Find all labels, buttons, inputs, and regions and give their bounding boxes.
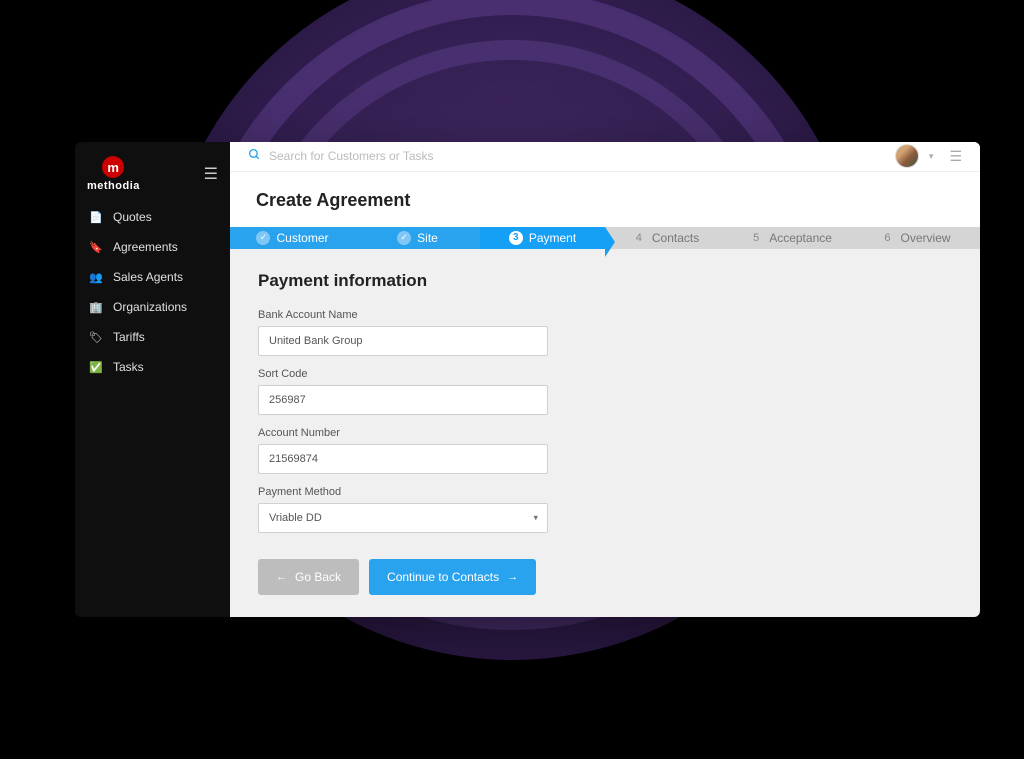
step-label: Contacts bbox=[652, 231, 699, 245]
page-header: Create Agreement bbox=[230, 172, 980, 227]
content-area: Payment information Bank Account Name So… bbox=[230, 249, 980, 617]
sidebar-item-organizations[interactable]: 🏢 Organizations bbox=[75, 292, 230, 322]
step-number: 4 bbox=[636, 232, 642, 244]
field-label: Bank Account Name bbox=[258, 309, 952, 321]
stepper: ✓ Customer ✓ Site 3 Payment 4 Contacts 5… bbox=[230, 227, 980, 249]
app-window: m methodia ☰ 📄 Quotes 🔖 Agreements 👥 Sal… bbox=[75, 142, 980, 617]
hamburger-icon[interactable]: ☰ bbox=[949, 148, 962, 165]
sidebar-item-quotes[interactable]: 📄 Quotes bbox=[75, 202, 230, 232]
sort-code-input[interactable] bbox=[258, 385, 548, 415]
field-label: Payment Method bbox=[258, 486, 952, 498]
step-number: 6 bbox=[884, 232, 890, 244]
step-payment[interactable]: 3 Payment bbox=[480, 227, 605, 249]
search-icon bbox=[248, 148, 261, 164]
step-contacts[interactable]: 4 Contacts bbox=[605, 227, 730, 249]
field-account-number: Account Number bbox=[258, 427, 952, 474]
sidebar-header: m methodia ☰ bbox=[75, 150, 230, 202]
button-label: Go Back bbox=[295, 570, 341, 584]
action-bar: ← Go Back Continue to Contacts → bbox=[258, 559, 952, 595]
avatar[interactable] bbox=[895, 144, 919, 168]
sidebar-item-label: Tariffs bbox=[113, 330, 145, 344]
field-sort-code: Sort Code bbox=[258, 368, 952, 415]
step-label: Acceptance bbox=[769, 231, 832, 245]
sidebar-item-label: Quotes bbox=[113, 210, 152, 224]
topbar-right: ▾ ☰ bbox=[895, 144, 962, 168]
bank-account-name-input[interactable] bbox=[258, 326, 548, 356]
sidebar-item-sales-agents[interactable]: 👥 Sales Agents bbox=[75, 262, 230, 292]
sidebar-item-tariffs[interactable]: 🏷 Tariffs bbox=[75, 322, 230, 352]
step-overview[interactable]: 6 Overview bbox=[855, 227, 980, 249]
payment-method-select[interactable]: Vriable DD bbox=[258, 503, 548, 533]
step-label: Overview bbox=[901, 231, 951, 245]
sidebar-item-label: Tasks bbox=[113, 360, 144, 374]
step-acceptance[interactable]: 5 Acceptance bbox=[730, 227, 855, 249]
topbar: ▾ ☰ bbox=[230, 142, 980, 172]
users-icon: 👥 bbox=[89, 271, 103, 284]
sidebar-item-label: Sales Agents bbox=[113, 270, 183, 284]
sidebar-item-agreements[interactable]: 🔖 Agreements bbox=[75, 232, 230, 262]
sidebar-item-tasks[interactable]: ✅ Tasks bbox=[75, 352, 230, 382]
step-customer[interactable]: ✓ Customer bbox=[230, 227, 355, 249]
step-number: 5 bbox=[753, 232, 759, 244]
check-icon: ✅ bbox=[89, 361, 103, 374]
button-label: Continue to Contacts bbox=[387, 570, 499, 584]
sidebar-item-label: Organizations bbox=[113, 300, 187, 314]
field-bank-account-name: Bank Account Name bbox=[258, 309, 952, 356]
search-input[interactable] bbox=[269, 149, 569, 163]
field-label: Sort Code bbox=[258, 368, 952, 380]
check-circle-icon: ✓ bbox=[397, 231, 411, 245]
org-icon: 🏢 bbox=[89, 301, 103, 314]
field-label: Account Number bbox=[258, 427, 952, 439]
step-label: Payment bbox=[529, 231, 576, 245]
field-payment-method: Payment Method Vriable DD ▾ bbox=[258, 486, 952, 533]
step-label: Site bbox=[417, 231, 438, 245]
step-number-badge: 3 bbox=[509, 231, 523, 245]
arrow-left-icon: ← bbox=[276, 571, 287, 583]
page-title: Create Agreement bbox=[256, 190, 954, 211]
brand-mark: m bbox=[102, 156, 124, 178]
chevron-down-icon[interactable]: ▾ bbox=[929, 151, 934, 162]
check-circle-icon: ✓ bbox=[256, 231, 270, 245]
step-site[interactable]: ✓ Site bbox=[355, 227, 480, 249]
step-label: Customer bbox=[276, 231, 328, 245]
account-number-input[interactable] bbox=[258, 444, 548, 474]
section-title: Payment information bbox=[258, 271, 952, 291]
menu-toggle-icon[interactable]: ☰ bbox=[204, 164, 218, 184]
main-panel: ▾ ☰ Create Agreement ✓ Customer ✓ Site 3… bbox=[230, 142, 980, 617]
brand-logo: m methodia bbox=[87, 156, 140, 192]
sidebar: m methodia ☰ 📄 Quotes 🔖 Agreements 👥 Sal… bbox=[75, 142, 230, 617]
tag-icon: 🏷 bbox=[89, 331, 103, 344]
sidebar-item-label: Agreements bbox=[113, 240, 178, 254]
document-icon: 📄 bbox=[89, 211, 103, 224]
bookmark-icon: 🔖 bbox=[89, 241, 103, 254]
go-back-button[interactable]: ← Go Back bbox=[258, 559, 359, 595]
arrow-right-icon: → bbox=[507, 571, 518, 583]
brand-name: methodia bbox=[87, 180, 140, 192]
search-wrap bbox=[248, 148, 895, 164]
continue-button[interactable]: Continue to Contacts → bbox=[369, 559, 536, 595]
